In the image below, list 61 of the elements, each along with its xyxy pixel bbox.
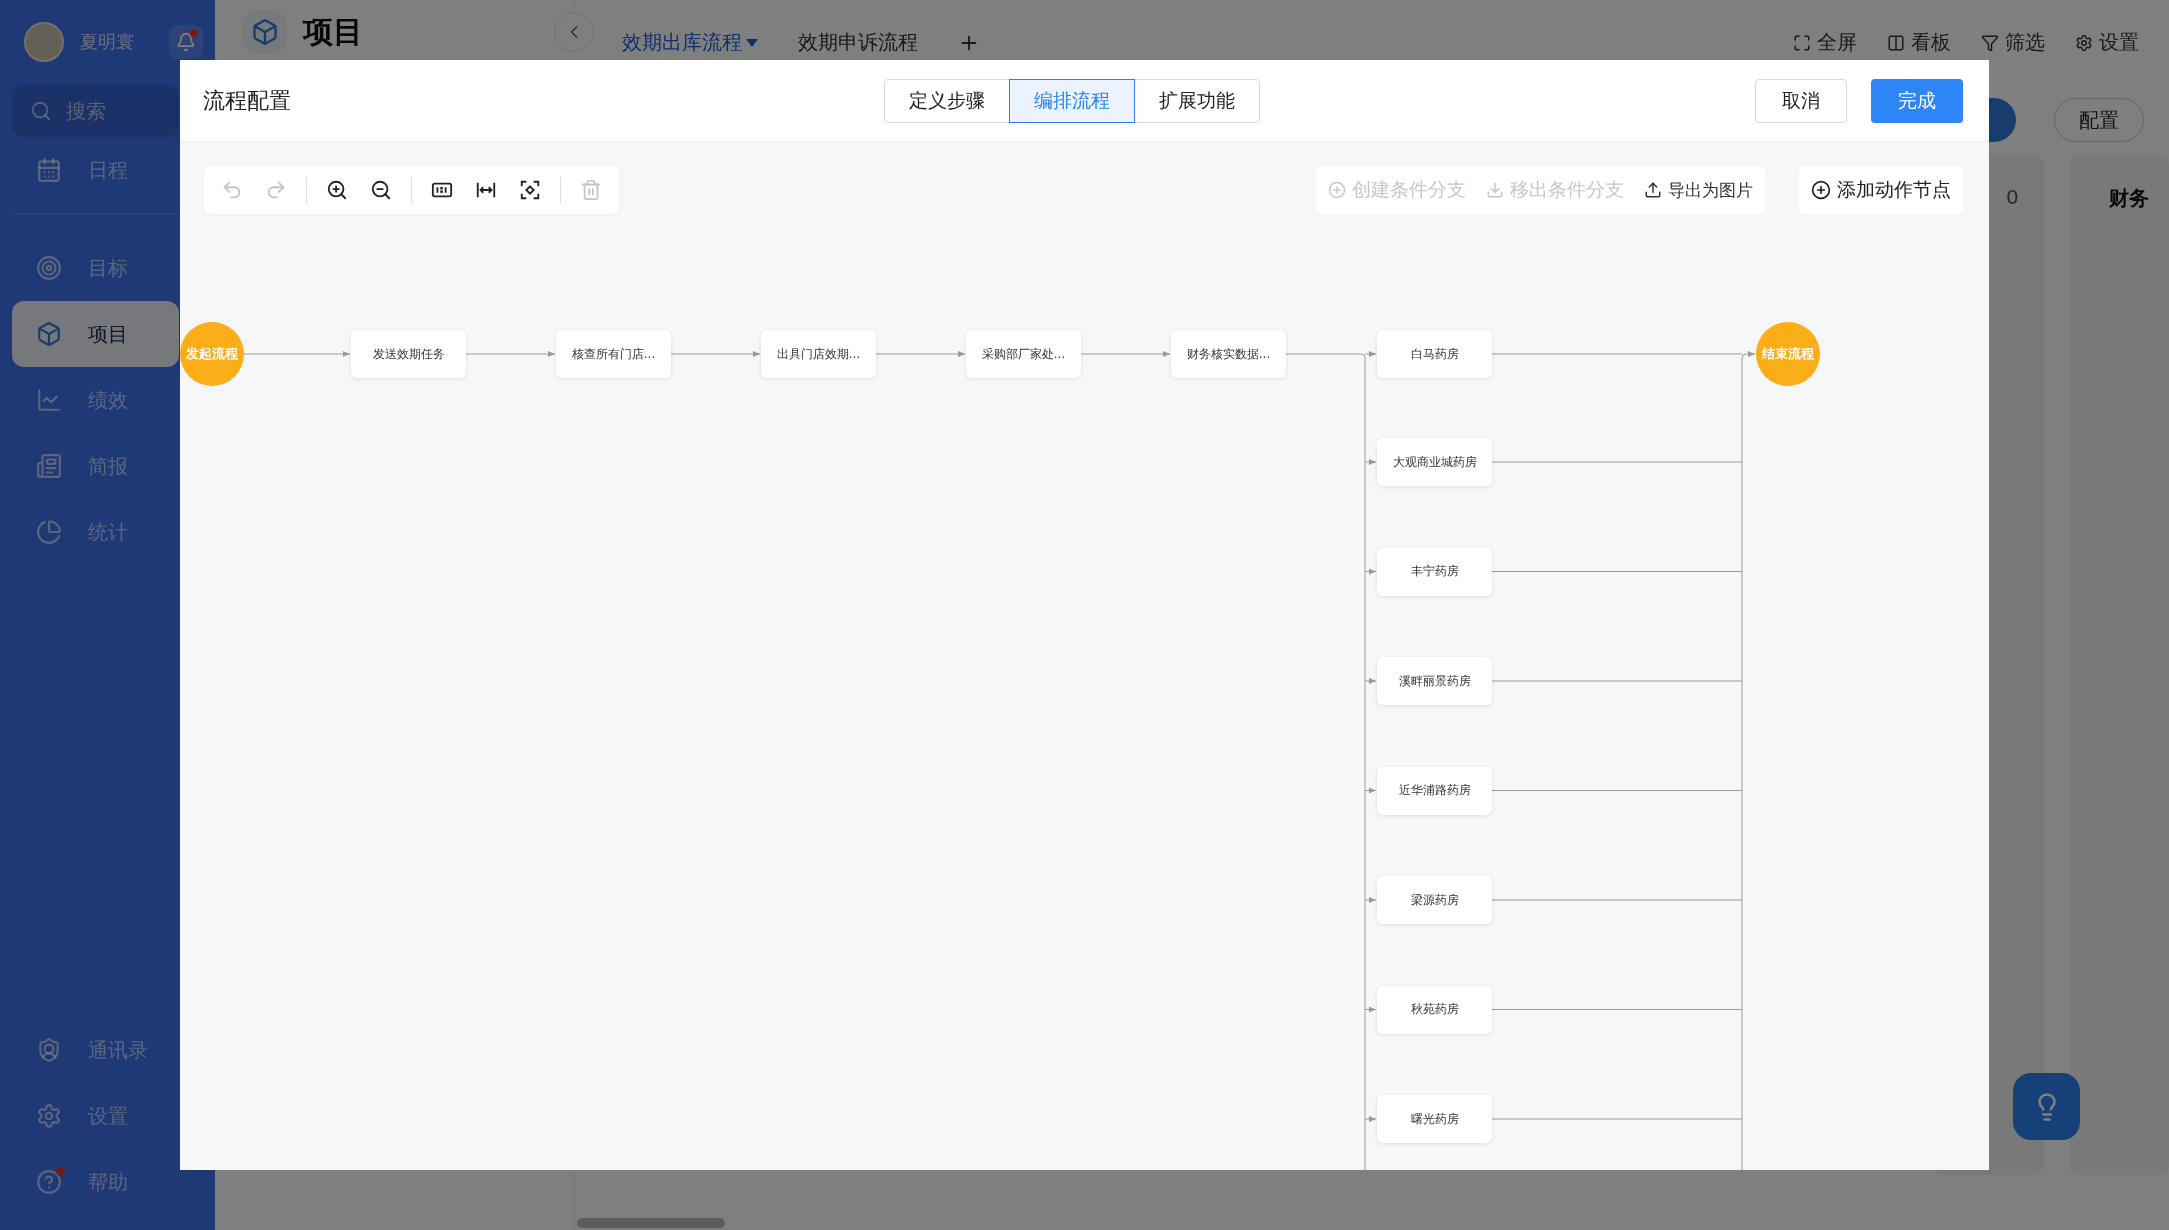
toolbar-button[interactable]: 全屏 — [1793, 29, 1857, 56]
flow-node[interactable]: 秋苑药房 — [1377, 985, 1492, 1034]
flow-node[interactable]: 近华浦路药房 — [1377, 766, 1492, 815]
connector-arrow — [1364, 1006, 1377, 1013]
redo-icon — [265, 179, 287, 201]
column-header: 财务 — [2109, 186, 2149, 210]
connector-arrow — [1364, 568, 1377, 575]
flow-node[interactable]: 财务核实数据... — [1171, 330, 1286, 378]
connector-arrow — [1364, 678, 1377, 684]
toolbar-button[interactable]: 筛选 — [1981, 29, 2045, 56]
step-tab[interactable]: 定义步骤 — [884, 79, 1010, 123]
trash-icon — [580, 179, 602, 201]
done-button[interactable]: 完成 — [1871, 78, 1963, 123]
flow-node[interactable]: 白马药房 — [1377, 330, 1492, 378]
bell-icon — [176, 32, 196, 52]
flow-node[interactable]: 溪畔丽景药房 — [1377, 657, 1492, 705]
tab[interactable]: 效期申诉流程 — [798, 29, 918, 56]
avatar — [24, 22, 64, 62]
add-node-button[interactable]: 添加动作节点 — [1799, 166, 1963, 214]
connector-arrow — [1364, 459, 1377, 465]
zoom-in-icon — [326, 179, 348, 201]
page-title: 项目 — [303, 13, 363, 51]
center-icon — [519, 179, 541, 201]
flow-node[interactable]: 发送效期任务 — [351, 330, 466, 378]
columns-icon — [1887, 33, 1905, 52]
toolbar-button[interactable]: 设置 — [2075, 29, 2139, 56]
fullscreen-icon — [1793, 33, 1811, 52]
zoom-out-icon — [370, 179, 392, 201]
sidebar-item[interactable]: 项目 — [12, 301, 179, 367]
config-button[interactable]: 配置 — [2054, 98, 2144, 142]
toolbar-button[interactable]: 看板 — [1887, 29, 1951, 56]
cube-icon — [243, 10, 287, 54]
plus-circle-icon — [1811, 180, 1831, 200]
download-icon — [1486, 181, 1504, 199]
step-tab[interactable]: 扩展功能 — [1134, 79, 1260, 123]
step-tab[interactable]: 编排流程 — [1009, 79, 1135, 123]
flow-node[interactable]: 丰宁药房 — [1377, 547, 1492, 596]
flow-node[interactable]: 采购部厂家处... — [966, 330, 1081, 378]
user-name: 夏明寰 — [80, 30, 135, 54]
cancel-button[interactable]: 取消 — [1755, 78, 1847, 123]
upload-icon — [1644, 181, 1662, 199]
dialog-title: 流程配置 — [203, 86, 291, 115]
connector-arrow — [1364, 897, 1377, 903]
connector-arrow — [1364, 351, 1377, 357]
caret-icon — [746, 37, 758, 48]
nav-icon — [36, 321, 62, 347]
flow-node[interactable]: 曙光药房 — [1377, 1095, 1492, 1143]
connector-arrow — [1364, 1116, 1377, 1122]
lightbulb-button[interactable] — [2013, 1073, 2080, 1140]
flow-node[interactable]: 出具门店效期... — [761, 330, 876, 378]
plus-circle-icon — [1328, 181, 1346, 199]
undo-icon — [221, 179, 243, 201]
connector-arrow — [1364, 787, 1377, 794]
flow-node[interactable]: 梁源药房 — [1377, 876, 1492, 924]
flow-node[interactable]: 核查所有门店... — [556, 330, 671, 378]
toolbar-button[interactable]: 导出为图片 — [1644, 178, 1753, 202]
flow-node[interactable]: 大观商业城药房 — [1377, 438, 1492, 486]
filter-icon — [1981, 33, 1999, 52]
gear-icon — [2075, 33, 2093, 52]
table-cell: 0 — [2006, 185, 2019, 209]
tab[interactable]: 效期出库流程 — [622, 29, 758, 56]
